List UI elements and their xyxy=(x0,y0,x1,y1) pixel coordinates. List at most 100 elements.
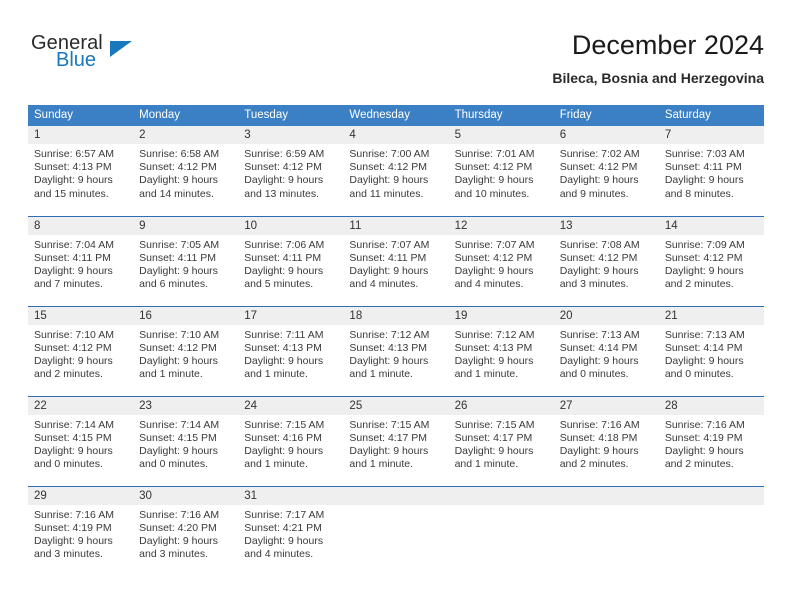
sunset-text: Sunset: 4:15 PM xyxy=(34,431,112,444)
calendar-day-cell[interactable]: 1 Sunrise: 6:57 AM Sunset: 4:13 PM Daylight… xyxy=(28,126,134,216)
day-number: 8 xyxy=(28,216,134,235)
calendar-day-cell[interactable]: 21 Sunrise: 7:13 AM Sunset: 4:14 PM Dayligh… xyxy=(658,305,764,396)
calendar-week-row: 1 Sunrise: 6:57 AM Sunset: 4:13 PM Daylight… xyxy=(28,126,764,216)
calendar-day-cell[interactable]: 5 Sunrise: 7:01 AM Sunset: 4:12 PM Daylight… xyxy=(448,126,554,216)
sunset-text: Sunset: 4:14 PM xyxy=(559,341,638,354)
sunset-text: Sunset: 4:12 PM xyxy=(454,251,533,264)
calendar-day-cell[interactable]: 23 Sunrise: 7:14 AM Sunset: 4:15 PM Dayligh… xyxy=(133,395,239,486)
sunset-text: Sunset: 4:12 PM xyxy=(139,341,217,354)
triangle-right-icon xyxy=(110,41,132,57)
sunrise-text: Sunrise: 7:12 AM xyxy=(349,328,430,341)
calendar-day-cell[interactable]: 27 Sunrise: 7:16 AM Sunset: 4:18 PM Dayligh… xyxy=(553,395,659,486)
daylight-text-line2: and 3 minutes. xyxy=(559,278,629,291)
sunrise-text: Sunrise: 7:04 AM xyxy=(34,238,114,251)
calendar-day-cell[interactable]: 18 Sunrise: 7:12 AM Sunset: 4:13 PM Dayligh… xyxy=(343,305,449,396)
day-number: 4 xyxy=(343,126,449,144)
day-number: 10 xyxy=(238,216,344,235)
day-details: Sunrise: 6:59 AM Sunset: 4:12 PM Daylight:… xyxy=(238,144,343,201)
day-details: Sunrise: 7:06 AM Sunset: 4:11 PM Daylight:… xyxy=(238,235,343,292)
day-number: 9 xyxy=(133,216,239,235)
sunset-text: Sunset: 4:12 PM xyxy=(559,161,638,174)
brand-logo[interactable]: General Blue xyxy=(28,32,208,80)
daylight-text-line1: Daylight: 9 hours xyxy=(349,444,429,457)
sunset-text: Sunset: 4:13 PM xyxy=(349,341,428,354)
sunrise-text: Sunrise: 7:06 AM xyxy=(244,238,325,251)
day-details: Sunrise: 7:15 AM Sunset: 4:17 PM Daylight:… xyxy=(449,415,554,472)
calendar-day-cell[interactable]: 7 Sunrise: 7:03 AM Sunset: 4:11 PM Daylight… xyxy=(658,126,764,216)
calendar-day-cell[interactable]: 31 Sunrise: 7:17 AM Sunset: 4:21 PM Dayligh… xyxy=(238,485,344,576)
sunrise-text: Sunrise: 7:10 AM xyxy=(139,328,220,341)
sunset-text: Sunset: 4:19 PM xyxy=(34,521,112,534)
day-details: Sunrise: 7:05 AM Sunset: 4:11 PM Daylight:… xyxy=(133,235,238,292)
daylight-text-line2: and 13 minutes. xyxy=(244,187,319,200)
calendar-day-cell[interactable]: 30 Sunrise: 7:16 AM Sunset: 4:20 PM Dayligh… xyxy=(133,485,239,576)
day-details xyxy=(343,505,448,509)
day-number: 24 xyxy=(238,396,344,415)
daylight-text-line1: Daylight: 9 hours xyxy=(454,174,534,187)
calendar-day-cell[interactable]: 12 Sunrise: 7:07 AM Sunset: 4:12 PM Dayligh… xyxy=(448,215,554,306)
calendar-day-cell[interactable]: 2 Sunrise: 6:58 AM Sunset: 4:12 PM Daylight… xyxy=(133,126,239,216)
sunrise-text: Sunrise: 7:17 AM xyxy=(244,508,325,521)
calendar-day-cell[interactable]: 9 Sunrise: 7:05 AM Sunset: 4:11 PM Daylight… xyxy=(133,215,239,306)
day-details: Sunrise: 6:58 AM Sunset: 4:12 PM Daylight:… xyxy=(133,144,238,201)
sunrise-text: Sunrise: 7:15 AM xyxy=(454,418,535,431)
daylight-text-line2: and 3 minutes. xyxy=(34,548,103,561)
calendar-day-cell-empty xyxy=(553,485,659,576)
sunset-text: Sunset: 4:15 PM xyxy=(139,431,217,444)
daylight-text-line1: Daylight: 9 hours xyxy=(244,174,324,187)
daylight-text-line2: and 4 minutes. xyxy=(454,278,524,291)
day-number: 6 xyxy=(553,126,659,144)
daylight-text-line1: Daylight: 9 hours xyxy=(559,174,639,187)
daylight-text-line2: and 1 minute. xyxy=(454,368,519,381)
calendar-day-cell[interactable]: 11 Sunrise: 7:07 AM Sunset: 4:11 PM Dayligh… xyxy=(343,215,449,306)
calendar-day-cell[interactable]: 29 Sunrise: 7:16 AM Sunset: 4:19 PM Dayligh… xyxy=(28,485,134,576)
calendar-day-cell[interactable]: 19 Sunrise: 7:12 AM Sunset: 4:13 PM Dayligh… xyxy=(448,305,554,396)
day-number: 29 xyxy=(28,486,134,505)
calendar-table: Sunday Monday Tuesday Wednesday Thursday… xyxy=(28,105,764,576)
daylight-text-line1: Daylight: 9 hours xyxy=(34,444,113,457)
calendar-day-cell[interactable]: 22 Sunrise: 7:14 AM Sunset: 4:15 PM Dayligh… xyxy=(28,395,134,486)
calendar-day-cell[interactable]: 8 Sunrise: 7:04 AM Sunset: 4:11 PM Daylight… xyxy=(28,215,134,306)
daylight-text-line1: Daylight: 9 hours xyxy=(244,444,324,457)
calendar-day-cell[interactable]: 16 Sunrise: 7:10 AM Sunset: 4:12 PM Dayligh… xyxy=(133,305,239,396)
calendar-day-cell[interactable]: 10 Sunrise: 7:06 AM Sunset: 4:11 PM Dayligh… xyxy=(238,215,344,306)
calendar-day-cell[interactable]: 3 Sunrise: 6:59 AM Sunset: 4:12 PM Daylight… xyxy=(238,126,344,216)
daylight-text-line2: and 1 minute. xyxy=(139,368,203,381)
calendar-day-cell[interactable]: 25 Sunrise: 7:15 AM Sunset: 4:17 PM Dayligh… xyxy=(343,395,449,486)
sunset-text: Sunset: 4:12 PM xyxy=(244,161,322,174)
daylight-text-line2: and 0 minutes. xyxy=(34,458,103,471)
calendar-day-cell[interactable]: 28 Sunrise: 7:16 AM Sunset: 4:19 PM Dayligh… xyxy=(658,395,764,486)
day-number: 16 xyxy=(133,306,239,325)
sunset-text: Sunset: 4:12 PM xyxy=(454,161,533,174)
day-number: 23 xyxy=(133,396,239,415)
sunset-text: Sunset: 4:13 PM xyxy=(244,341,322,354)
calendar-day-cell[interactable]: 26 Sunrise: 7:15 AM Sunset: 4:17 PM Dayligh… xyxy=(448,395,554,486)
daylight-text-line2: and 11 minutes. xyxy=(349,187,424,200)
daylight-text-line1: Daylight: 9 hours xyxy=(454,354,534,367)
sunset-text: Sunset: 4:12 PM xyxy=(664,251,743,264)
daylight-text-line2: and 2 minutes. xyxy=(664,278,734,291)
day-details: Sunrise: 7:03 AM Sunset: 4:11 PM Daylight:… xyxy=(659,144,764,201)
calendar-day-cell[interactable]: 20 Sunrise: 7:13 AM Sunset: 4:14 PM Dayligh… xyxy=(553,305,659,396)
sunrise-text: Sunrise: 7:13 AM xyxy=(664,328,745,341)
calendar-day-cell[interactable]: 17 Sunrise: 7:11 AM Sunset: 4:13 PM Dayligh… xyxy=(238,305,344,396)
daylight-text-line2: and 2 minutes. xyxy=(559,458,629,471)
calendar-day-cell[interactable]: 6 Sunrise: 7:02 AM Sunset: 4:12 PM Daylight… xyxy=(553,126,659,216)
day-number: 11 xyxy=(343,216,449,235)
sunset-text: Sunset: 4:20 PM xyxy=(139,521,217,534)
title-block: December 2024 Bileca, Bosnia and Herzego… xyxy=(552,28,764,88)
calendar-day-cell[interactable]: 14 Sunrise: 7:09 AM Sunset: 4:12 PM Dayligh… xyxy=(658,215,764,306)
sunrise-text: Sunrise: 7:05 AM xyxy=(139,238,220,251)
day-details: Sunrise: 7:01 AM Sunset: 4:12 PM Daylight:… xyxy=(449,144,554,201)
calendar-day-cell[interactable]: 4 Sunrise: 7:00 AM Sunset: 4:12 PM Daylight… xyxy=(343,126,449,216)
sunset-text: Sunset: 4:12 PM xyxy=(559,251,638,264)
daylight-text-line2: and 2 minutes. xyxy=(34,368,103,381)
calendar-day-cell[interactable]: 24 Sunrise: 7:15 AM Sunset: 4:16 PM Dayligh… xyxy=(238,395,344,486)
daylight-text-line2: and 7 minutes. xyxy=(34,278,103,291)
calendar-day-cell[interactable]: 15 Sunrise: 7:10 AM Sunset: 4:12 PM Dayligh… xyxy=(28,305,134,396)
calendar-day-cell[interactable]: 13 Sunrise: 7:08 AM Sunset: 4:12 PM Dayligh… xyxy=(553,215,659,306)
day-number: 31 xyxy=(238,486,344,505)
sunrise-text: Sunrise: 7:02 AM xyxy=(559,148,640,160)
sunset-text: Sunset: 4:11 PM xyxy=(139,251,216,264)
calendar-day-cell-empty xyxy=(448,485,554,576)
